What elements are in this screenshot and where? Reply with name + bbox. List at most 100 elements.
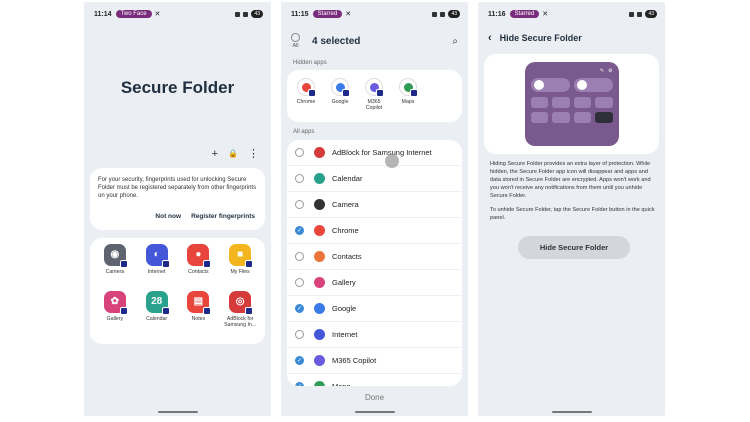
phone-screen-secure-folder: 11:14 Two Face ✕ 43 Secure Folder + 🔒 ⋮ … xyxy=(84,2,271,416)
app-label: Google xyxy=(332,304,357,313)
app-label: My Files xyxy=(230,269,250,275)
status-time: 11:14 xyxy=(94,10,112,18)
hidden-apps-card: Chrome Google M365 Copilot Maps xyxy=(287,70,462,122)
app-icon xyxy=(314,173,325,184)
selection-header: All 4 selected ⌕ xyxy=(291,30,458,52)
app-tile[interactable]: ▤ Notes xyxy=(178,290,220,338)
app-list-row[interactable]: AdBlock for Samsung Internet xyxy=(287,140,462,166)
app-list-row[interactable]: Gallery xyxy=(287,270,462,296)
home-indicator xyxy=(354,411,395,413)
app-icon: ▤ xyxy=(187,290,212,315)
app-icon xyxy=(314,355,325,366)
app-label: Chrome xyxy=(332,226,359,235)
app-grid: ◉ Camera ◐ Internet ● Contacts ■ My Files ✿ Galle… xyxy=(90,238,265,344)
app-tile[interactable]: ● Contacts xyxy=(178,244,220,285)
phone-screen-hide-secure-folder: 11:16 Starred ✕ 43 ‹ Hide Secure Folder … xyxy=(478,2,665,416)
wifi-icon xyxy=(243,11,249,17)
register-fingerprints-button[interactable]: Register fingerprints xyxy=(191,213,255,222)
app-icon xyxy=(314,329,325,340)
app-list-row[interactable]: Internet xyxy=(287,322,462,348)
checkbox-icon[interactable] xyxy=(295,252,304,261)
secure-folder-tile-icon xyxy=(595,112,613,123)
app-list-row[interactable]: Camera xyxy=(287,192,462,218)
checkbox-icon[interactable] xyxy=(295,356,304,365)
app-tile[interactable]: ◎ AdBlock for Samsung In... xyxy=(219,290,261,338)
app-list-row[interactable]: Contacts xyxy=(287,244,462,270)
app-label: Contacts xyxy=(332,252,362,261)
app-label: AdBlock for Samsung In... xyxy=(224,315,257,329)
hidden-app[interactable]: Maps xyxy=(395,78,421,114)
edit-icon: ✎ xyxy=(599,68,605,74)
selected-count: 4 selected xyxy=(312,35,361,47)
mute-icon: ✕ xyxy=(154,11,161,18)
app-tile[interactable]: ◐ Internet xyxy=(136,244,178,285)
header: ‹ Hide Secure Folder xyxy=(488,32,582,44)
hidden-apps-heading: Hidden apps xyxy=(293,60,327,66)
wifi-icon xyxy=(440,11,446,17)
app-label: Chrome xyxy=(296,99,316,105)
status-time: 11:16 xyxy=(488,10,506,18)
search-icon[interactable]: ⌕ xyxy=(452,36,458,47)
app-icon: 28 xyxy=(145,290,170,315)
app-label: Camera xyxy=(332,200,359,209)
done-button[interactable]: Done xyxy=(281,393,468,402)
app-list-row[interactable]: M365 Copilot xyxy=(287,348,462,374)
checkbox-icon[interactable] xyxy=(295,226,304,235)
app-label: Notes xyxy=(191,315,206,322)
quick-panel-image: ✎ ⚙ xyxy=(524,62,619,146)
checkbox-icon[interactable] xyxy=(295,148,304,157)
checkbox-icon[interactable] xyxy=(295,200,304,209)
app-list-row[interactable]: Google xyxy=(287,296,462,322)
status-pill: Starred xyxy=(312,10,343,18)
app-tile[interactable]: ✿ Gallery xyxy=(94,290,136,338)
description-paragraph-1: Hiding Secure Folder provides an extra l… xyxy=(490,161,651,200)
page-title: Hide Secure Folder xyxy=(499,33,582,43)
not-now-button[interactable]: Not now xyxy=(155,213,181,222)
app-list-row[interactable]: Maps xyxy=(287,374,462,386)
app-label: M365 Copilot xyxy=(365,99,383,112)
app-label: Maps xyxy=(332,382,350,386)
hide-secure-folder-button[interactable]: Hide Secure Folder xyxy=(518,236,630,259)
all-apps-heading: All apps xyxy=(293,129,315,135)
status-bar: 11:15 Starred ✕ 43 xyxy=(291,8,460,20)
app-tile[interactable]: 28 Calendar xyxy=(136,290,178,338)
app-tile[interactable]: ◉ Camera xyxy=(94,244,136,285)
hidden-app[interactable]: Google xyxy=(327,78,353,114)
hidden-app[interactable]: M365 Copilot xyxy=(361,78,387,114)
checkbox-icon[interactable] xyxy=(295,382,304,386)
app-list-row[interactable]: Chrome xyxy=(287,218,462,244)
app-label: Calendar xyxy=(146,315,168,322)
mute-icon: ✕ xyxy=(345,11,352,18)
add-icon[interactable]: + xyxy=(212,148,218,160)
back-arrow-icon[interactable]: ‹ xyxy=(488,32,492,44)
notice-text: For your security, fingerprints used for… xyxy=(98,177,257,200)
app-label: M365 Copilot xyxy=(332,356,377,365)
checkbox-icon xyxy=(291,33,300,42)
lock-icon[interactable]: 🔒 xyxy=(228,149,238,158)
app-list-row[interactable]: Calendar xyxy=(287,166,462,192)
app-icon: ■ xyxy=(229,244,254,268)
app-tile[interactable]: ■ My Files xyxy=(219,244,261,285)
app-icon: ◐ xyxy=(145,244,170,268)
app-icon xyxy=(314,251,325,262)
app-icon xyxy=(331,78,350,97)
hidden-app[interactable]: Chrome xyxy=(293,78,319,114)
notification-icon xyxy=(432,11,438,17)
app-icon xyxy=(399,78,418,97)
status-time: 11:15 xyxy=(291,10,309,18)
status-bar: 11:16 Starred ✕ 43 xyxy=(488,8,657,20)
app-icon xyxy=(365,78,384,97)
status-bar: 11:14 Two Face ✕ 43 xyxy=(94,8,263,20)
select-all-checkbox[interactable]: All xyxy=(291,33,300,49)
quick-panel-illustration: ✎ ⚙ xyxy=(484,54,659,154)
toolbar: + 🔒 ⋮ xyxy=(212,147,259,161)
battery-icon: 43 xyxy=(645,10,657,18)
checkbox-icon[interactable] xyxy=(295,330,304,339)
checkbox-icon[interactable] xyxy=(295,174,304,183)
checkbox-icon[interactable] xyxy=(295,304,304,313)
battery-icon: 43 xyxy=(251,10,263,18)
app-label: Gallery xyxy=(332,278,356,287)
more-options-icon[interactable]: ⋮ xyxy=(248,147,259,160)
checkbox-icon[interactable] xyxy=(295,278,304,287)
description: Hiding Secure Folder provides an extra l… xyxy=(490,160,655,222)
